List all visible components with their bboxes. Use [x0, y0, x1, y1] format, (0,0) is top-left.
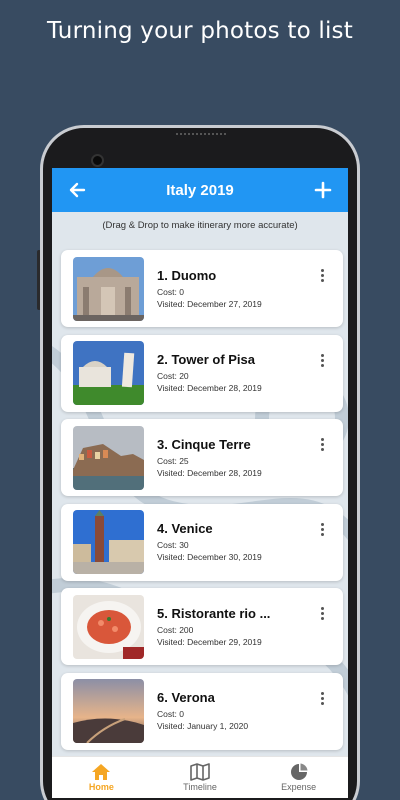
place-cost: Cost: 0	[157, 709, 184, 719]
drag-drop-hint: (Drag & Drop to make itinerary more accu…	[102, 220, 298, 231]
more-options-icon[interactable]	[313, 433, 331, 457]
place-visited-date: Visited: December 30, 2019	[157, 552, 262, 562]
place-name: 3. Cinque Terre	[157, 436, 251, 452]
place-card[interactable]: 5. Ristorante rio ... Cost: 200 Visited:…	[61, 588, 343, 665]
place-card[interactable]: 1. Duomo Cost: 0 Visited: December 27, 2…	[61, 250, 343, 327]
place-visited-date: Visited: December 27, 2019	[157, 298, 262, 309]
more-options-icon[interactable]	[313, 264, 331, 288]
map-icon	[190, 763, 210, 781]
more-options-icon[interactable]	[313, 517, 331, 541]
place-name: 1. Duomo	[157, 267, 217, 283]
place-list: 1. Duomo Cost: 0 Visited: December 27, 2…	[61, 250, 343, 757]
more-options-icon[interactable]	[313, 686, 331, 710]
place-cost: Cost: 0	[157, 286, 184, 297]
app-bar: Italy 2019	[52, 168, 348, 212]
place-name: 2. Tower of Pisa	[157, 352, 256, 367]
tab-home[interactable]: Home	[52, 757, 151, 798]
more-options-icon[interactable]	[313, 602, 331, 626]
home-icon	[92, 764, 111, 780]
plus-icon	[314, 181, 332, 199]
place-cost: Cost: 20	[157, 371, 189, 381]
trip-title: Italy 2019	[166, 181, 234, 199]
back-button[interactable]	[66, 179, 88, 201]
phone-camera	[91, 154, 104, 167]
place-photo	[73, 510, 144, 574]
place-photo	[73, 679, 144, 743]
place-photo	[73, 256, 144, 321]
place-photo	[73, 425, 144, 490]
place-card[interactable]: 4. Venice Cost: 30 Visited: December 30,…	[61, 503, 343, 581]
arrow-left-icon	[69, 182, 86, 198]
place-card[interactable]: 3. Cinque Terre Cost: 25 Visited: Decemb…	[61, 419, 343, 496]
place-name: 6. Verona	[157, 690, 215, 705]
place-visited-date: Visited: January 1, 2020	[157, 721, 249, 731]
place-name: 5. Ristorante rio ...	[157, 605, 271, 621]
promo-headline: Turning your photos to list	[47, 18, 353, 44]
phone-speaker	[176, 133, 226, 136]
bottom-navigation: Home Timeline Expense	[52, 756, 348, 798]
tab-timeline-label: Timeline	[183, 782, 217, 792]
tab-expense[interactable]: Expense	[249, 757, 348, 798]
place-card[interactable]: 2. Tower of Pisa Cost: 20 Visited: Decem…	[61, 334, 343, 412]
pie-chart-icon	[290, 763, 308, 780]
place-card[interactable]: 6. Verona Cost: 0 Visited: January 1, 20…	[61, 672, 343, 750]
place-name: 4. Venice	[157, 521, 213, 536]
place-cost: Cost: 200	[157, 624, 194, 635]
place-photo	[73, 594, 144, 659]
place-cost: Cost: 30	[157, 540, 189, 550]
add-place-button[interactable]	[312, 179, 334, 201]
place-cost: Cost: 25	[157, 455, 189, 466]
place-visited-date: Visited: December 29, 2019	[157, 636, 262, 647]
phone-frame: Italy 2019 (Drag & Drop to make itinerar…	[40, 125, 360, 800]
place-visited-date: Visited: December 28, 2019	[157, 383, 262, 393]
tab-home-label: Home	[88, 782, 114, 792]
place-photo	[73, 341, 144, 405]
app-screen: Italy 2019 (Drag & Drop to make itinerar…	[52, 168, 348, 798]
place-visited-date: Visited: December 28, 2019	[157, 467, 262, 478]
tab-timeline[interactable]: Timeline	[151, 757, 250, 798]
tab-expense-label: Expense	[281, 782, 317, 792]
more-options-icon[interactable]	[313, 348, 331, 372]
